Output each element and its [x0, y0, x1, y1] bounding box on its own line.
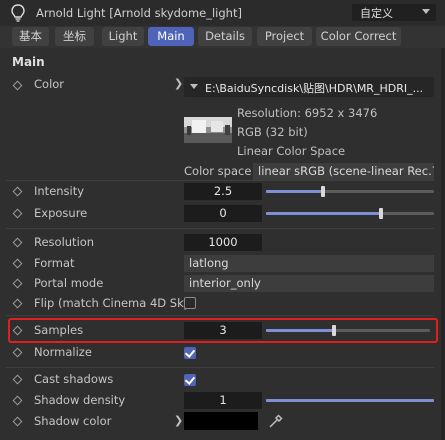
portal-mode-dropdown[interactable]: interior_only: [184, 275, 434, 292]
tab-color-correct[interactable]: Color Correct: [316, 27, 401, 46]
flip-label: Flip (match Cinema 4D Sky): [34, 296, 195, 310]
texture-path-field[interactable]: E:\BaiduSyncdisk\贴图\HDR\MR_HDRI_...: [184, 77, 434, 97]
colorspace-dropdown[interactable]: linear sRGB (scene-linear Rec.70: [253, 163, 434, 180]
cast-shadows-checkbox[interactable]: [184, 374, 196, 386]
preset-dropdown[interactable]: 自定义: [352, 4, 436, 21]
normalize-label: Normalize: [34, 345, 92, 359]
divider: [6, 315, 434, 316]
dropdown-arrow-icon: [190, 84, 198, 89]
exposure-slider-handle[interactable]: [379, 208, 383, 219]
tab-bar: 基本 坐标 Light Main Details Project Color C…: [0, 26, 445, 48]
window-title: Arnold Light [Arnold skydome_light]: [36, 6, 242, 20]
normalize-checkbox[interactable]: [184, 347, 196, 359]
exposure-label: Exposure: [34, 206, 88, 220]
tab-basic[interactable]: 基本: [12, 27, 49, 46]
colorspace-label: Color space: [184, 164, 252, 178]
divider: [6, 228, 434, 229]
intensity-label: Intensity: [34, 184, 85, 198]
exposure-slider-fill: [266, 212, 381, 215]
format-label: Format: [34, 256, 75, 270]
tab-light[interactable]: Light: [102, 27, 144, 46]
texture-bit-depth: RGB (32 bit): [237, 125, 308, 139]
preset-label: 自定义: [360, 7, 393, 20]
chevron-right-icon[interactable]: ❯: [174, 414, 183, 427]
hdri-thumbnail: [184, 117, 232, 143]
eyedropper-icon[interactable]: [267, 412, 285, 430]
section-title: Main: [12, 55, 45, 69]
resolution-label: Resolution: [34, 235, 95, 249]
shadow-density-input[interactable]: 1: [184, 392, 262, 409]
shadow-density-slider-fill: [266, 399, 434, 402]
lightbulb-icon: [8, 3, 28, 23]
scrollbar[interactable]: [441, 48, 445, 440]
tab-details[interactable]: Details: [198, 27, 252, 46]
highlight-box: [8, 318, 438, 343]
dropdown-arrow-icon: [422, 9, 430, 14]
intensity-slider-handle[interactable]: [321, 186, 325, 197]
divider: [6, 367, 434, 368]
shadow-density-label: Shadow density: [34, 393, 126, 407]
intensity-slider-fill: [266, 190, 323, 193]
texture-path-text: E:\BaiduSyncdisk\贴图\HDR\MR_HDRI_...: [205, 82, 424, 95]
resolution-input[interactable]: 1000: [184, 234, 262, 251]
tab-main[interactable]: Main: [148, 27, 194, 46]
format-dropdown[interactable]: latlong: [184, 255, 434, 272]
cast-shadows-label: Cast shadows: [34, 372, 114, 386]
color-label: Color: [34, 77, 65, 91]
chevron-right-icon[interactable]: ❯: [174, 77, 183, 90]
portal-mode-label: Portal mode: [34, 276, 104, 290]
divider: [6, 180, 434, 181]
intensity-input[interactable]: 2.5: [184, 183, 262, 200]
flip-checkbox[interactable]: [184, 297, 196, 309]
shadow-color-label: Shadow color: [34, 414, 112, 428]
tab-project[interactable]: Project: [257, 27, 312, 46]
shadow-color-swatch[interactable]: [184, 412, 258, 430]
texture-color-space-info: Linear Color Space: [237, 144, 346, 158]
tab-coordinates[interactable]: 坐标: [55, 27, 94, 46]
exposure-input[interactable]: 0: [184, 205, 262, 222]
texture-resolution: Resolution: 6952 x 3476: [237, 106, 378, 120]
